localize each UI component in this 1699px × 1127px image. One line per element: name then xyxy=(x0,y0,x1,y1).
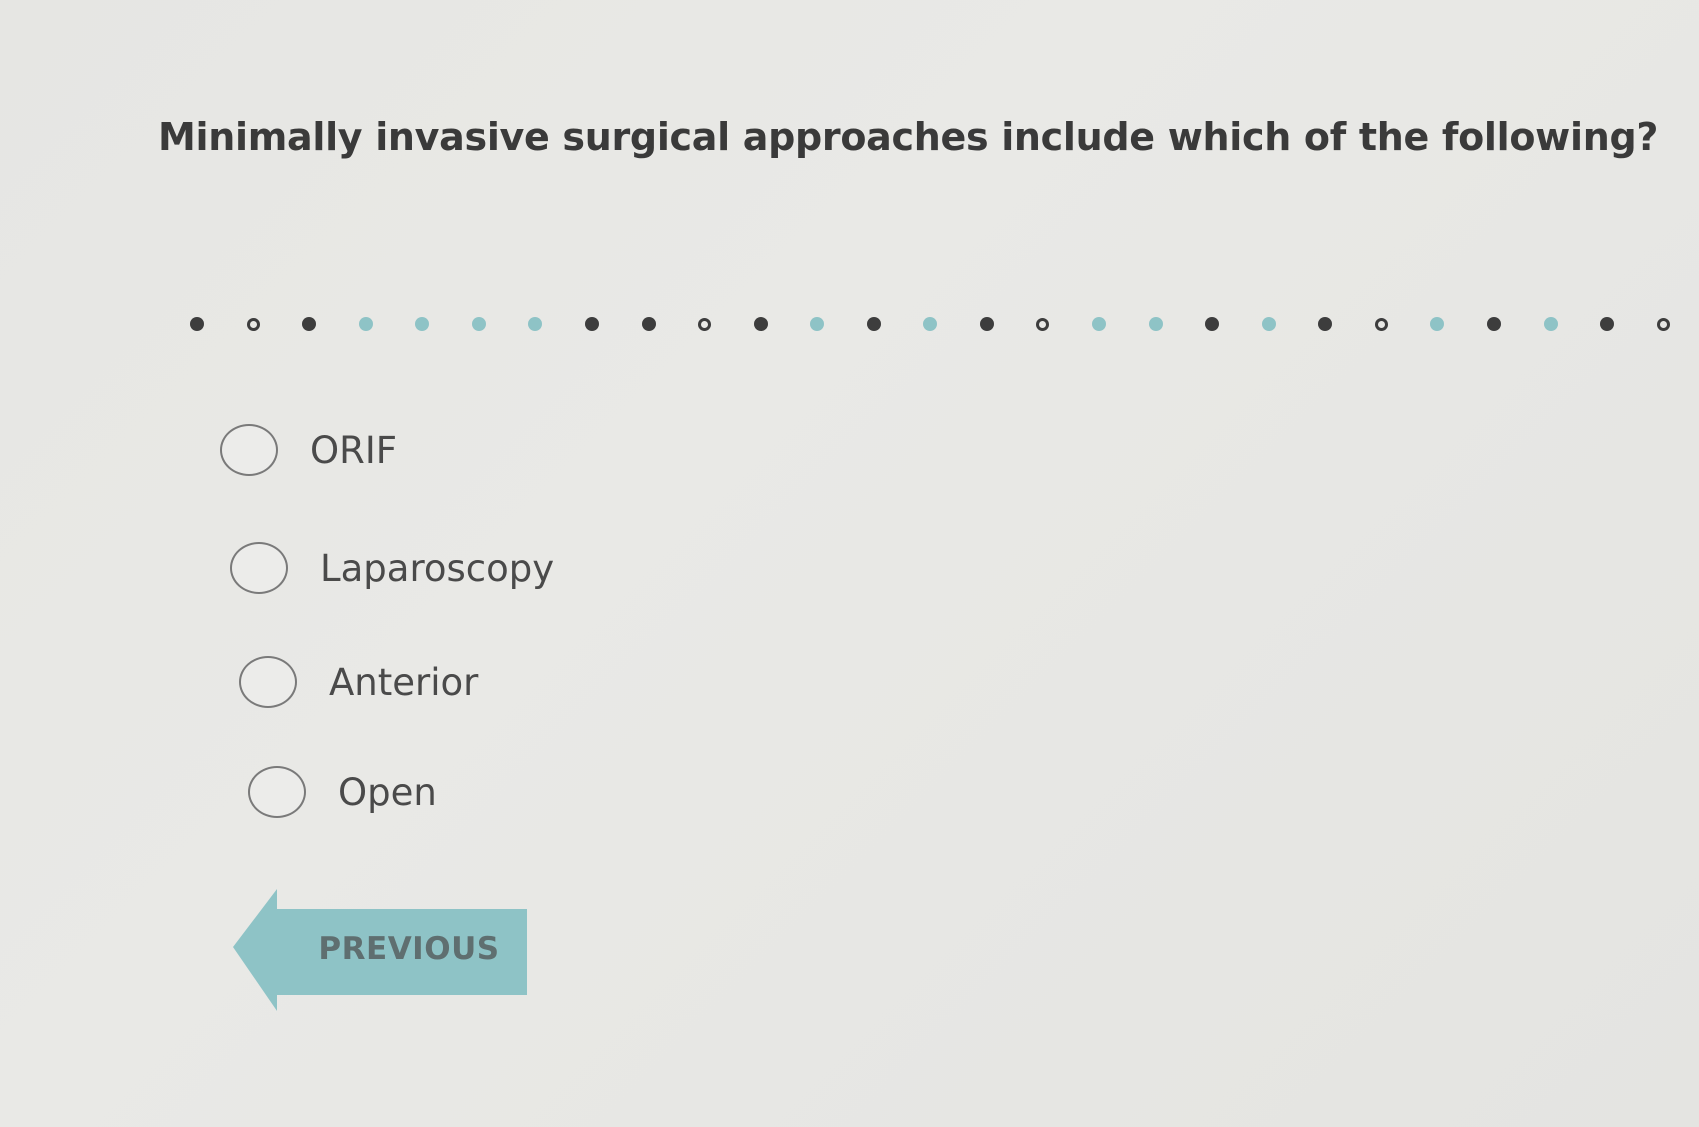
progress-dot-10[interactable] xyxy=(698,317,712,331)
previous-button[interactable]: PREVIOUS xyxy=(233,889,529,1011)
answer-option-open[interactable]: Open xyxy=(248,766,437,818)
answer-option-anterior[interactable]: Anterior xyxy=(239,656,478,708)
progress-dot-24[interactable] xyxy=(1486,317,1501,331)
radio-button[interactable] xyxy=(239,656,297,708)
progress-dot-7[interactable] xyxy=(528,317,543,331)
option-label: Laparoscopy xyxy=(320,546,555,590)
progress-dot-26[interactable] xyxy=(1600,317,1615,331)
progress-dot-8[interactable] xyxy=(584,317,599,331)
progress-dot-25[interactable] xyxy=(1543,317,1558,331)
progress-dot-14[interactable] xyxy=(923,317,938,331)
option-label: Open xyxy=(338,770,437,814)
progress-dot-13[interactable] xyxy=(866,317,881,331)
option-label: ORIF xyxy=(310,428,398,472)
radio-button[interactable] xyxy=(248,766,306,818)
progress-dot-9[interactable] xyxy=(641,317,656,331)
progress-dot-4[interactable] xyxy=(358,317,373,331)
progress-dot-3[interactable] xyxy=(302,317,317,331)
progress-dot-11[interactable] xyxy=(753,317,768,331)
progress-dot-23[interactable] xyxy=(1430,317,1445,331)
question-progress-bar xyxy=(190,310,1670,338)
progress-dot-5[interactable] xyxy=(415,317,430,331)
progress-dot-15[interactable] xyxy=(979,317,994,331)
progress-dot-16[interactable] xyxy=(1036,317,1050,331)
progress-dot-19[interactable] xyxy=(1205,317,1220,331)
progress-dot-1[interactable] xyxy=(190,317,204,331)
radio-button[interactable] xyxy=(230,542,288,594)
radio-button[interactable] xyxy=(220,424,278,476)
answer-option-laparoscopy[interactable]: Laparoscopy xyxy=(230,542,554,594)
previous-button-label: PREVIOUS xyxy=(318,931,500,967)
progress-dot-12[interactable] xyxy=(810,317,825,331)
progress-dot-20[interactable] xyxy=(1261,317,1276,331)
progress-dot-21[interactable] xyxy=(1318,317,1333,331)
question-text: Minimally invasive surgical approaches i… xyxy=(158,115,1659,159)
progress-dot-22[interactable] xyxy=(1374,317,1388,331)
progress-dot-2[interactable] xyxy=(246,317,260,331)
progress-dot-6[interactable] xyxy=(471,317,486,331)
progress-dot-18[interactable] xyxy=(1148,317,1163,331)
answer-option-orif[interactable]: ORIF xyxy=(220,424,397,476)
option-label: Anterior xyxy=(329,660,479,704)
progress-dot-27[interactable] xyxy=(1656,317,1670,331)
progress-dot-17[interactable] xyxy=(1092,317,1106,331)
